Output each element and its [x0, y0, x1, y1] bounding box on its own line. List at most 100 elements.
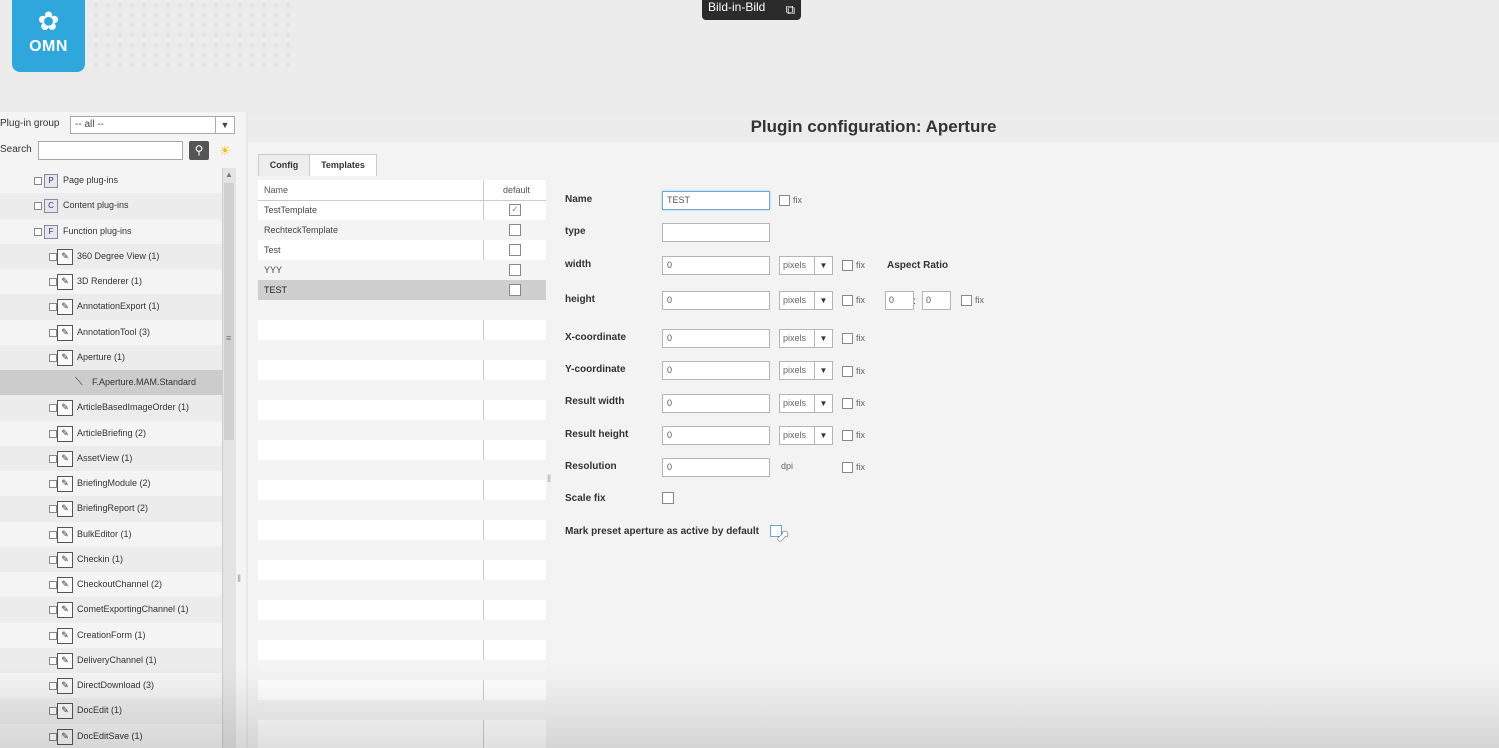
type-input[interactable]: [662, 223, 770, 242]
plugin-group-select[interactable]: -- all -- ▼: [70, 116, 235, 134]
tree-item[interactable]: ✎ DeliveryChannel (1): [0, 647, 222, 673]
height-input[interactable]: 0: [662, 291, 770, 310]
expand-toggle-icon[interactable]: [49, 353, 57, 362]
chevron-down-icon[interactable]: ▼: [215, 117, 234, 133]
expand-toggle-icon[interactable]: [49, 429, 57, 438]
default-checkbox[interactable]: [509, 284, 521, 296]
result-height-input[interactable]: 0: [662, 426, 770, 445]
column-header-name[interactable]: Name: [264, 185, 288, 195]
x-fix-checkbox[interactable]: [842, 333, 853, 344]
scale-fix-checkbox[interactable]: [662, 492, 674, 504]
height-unit-select[interactable]: pixels ▼: [779, 291, 833, 310]
tree-item[interactable]: P Page plug-ins: [0, 168, 222, 193]
tree-item[interactable]: ✎ DirectDownload (3): [0, 673, 222, 698]
tree-item[interactable]: ✎ 360 Degree View (1): [0, 243, 222, 269]
x-unit-select[interactable]: pixels ▼: [779, 329, 833, 348]
name-input[interactable]: TEST: [662, 191, 770, 210]
tree-item[interactable]: ⟍ F.Aperture.MAM.Standard: [0, 370, 222, 396]
table-row[interactable]: YYY: [258, 260, 546, 280]
aspect-ratio-height-input[interactable]: 0: [922, 291, 951, 310]
expand-toggle-icon[interactable]: [49, 581, 57, 589]
tree-item[interactable]: ✎ DocEditSave (1): [0, 724, 222, 748]
expand-toggle-icon[interactable]: [34, 177, 42, 185]
expand-toggle-icon[interactable]: [49, 454, 57, 463]
width-input[interactable]: 0: [662, 256, 770, 275]
expand-toggle-icon[interactable]: [49, 606, 57, 615]
tree-item[interactable]: F Function plug-ins: [0, 219, 222, 244]
y-fix-checkbox[interactable]: [842, 366, 853, 377]
table-row[interactable]: TestTemplate ✓: [258, 200, 546, 220]
expand-toggle-icon[interactable]: [34, 227, 42, 236]
expand-toggle-icon[interactable]: [49, 707, 57, 716]
width-unit-select[interactable]: pixels ▼: [779, 256, 833, 275]
result-width-unit-select[interactable]: pixels ▼: [779, 394, 833, 413]
result-height-fix-checkbox[interactable]: [842, 430, 853, 441]
scroll-up-icon[interactable]: ▲: [225, 170, 233, 179]
template-name: RechteckTemplate: [264, 225, 339, 235]
table-row[interactable]: RechteckTemplate: [258, 220, 546, 240]
tab-config[interactable]: Config: [258, 154, 310, 176]
tree-item[interactable]: ✎ Checkin (1): [0, 546, 222, 572]
sidebar-splitter[interactable]: ‖: [237, 574, 241, 585]
tree-item[interactable]: ✎ DocEdit (1): [0, 698, 222, 724]
tree-item[interactable]: ✎ ArticleBasedImageOrder (1): [0, 395, 222, 421]
default-checkbox[interactable]: [509, 224, 521, 236]
expand-toggle-icon[interactable]: [49, 555, 57, 564]
expand-toggle-icon[interactable]: [49, 278, 57, 286]
tab-templates[interactable]: Templates: [309, 154, 377, 176]
expand-toggle-icon[interactable]: [49, 303, 57, 312]
omn-logo[interactable]: ✿ OMN: [12, 0, 85, 72]
resolution-fix-checkbox[interactable]: [842, 462, 853, 473]
tree-item[interactable]: ✎ CheckoutChannel (2): [0, 572, 222, 597]
scrollbar-thumb[interactable]: [224, 183, 234, 440]
expand-toggle-icon[interactable]: [49, 252, 57, 261]
y-unit-select[interactable]: pixels ▼: [779, 361, 833, 380]
aspect-ratio-fix-checkbox[interactable]: [961, 295, 972, 306]
result-height-unit-select[interactable]: pixels ▼: [779, 426, 833, 445]
name-fix-checkbox[interactable]: [779, 195, 790, 206]
width-fix-checkbox[interactable]: [842, 260, 853, 271]
tree-item[interactable]: ✎ 3D Renderer (1): [0, 269, 222, 294]
tree-item[interactable]: ✎ AnnotationExport (1): [0, 294, 222, 320]
expand-toggle-icon[interactable]: [34, 202, 42, 211]
tree-item[interactable]: C Content plug-ins: [0, 193, 222, 219]
tree-item[interactable]: ✎ ArticleBriefing (2): [0, 421, 222, 446]
tree-item[interactable]: ✎ BulkEditor (1): [0, 522, 222, 547]
default-checkbox[interactable]: [509, 244, 521, 256]
expand-toggle-icon[interactable]: [49, 505, 57, 514]
expand-toggle-icon[interactable]: [49, 631, 57, 640]
height-fix-checkbox[interactable]: [842, 295, 853, 306]
search-button[interactable]: ⚲: [189, 141, 209, 160]
tree-item[interactable]: ✎ AssetView (1): [0, 445, 222, 471]
search-input[interactable]: [38, 141, 183, 160]
table-row[interactable]: Test: [258, 240, 546, 260]
x-coordinate-input[interactable]: 0: [662, 329, 770, 348]
expand-toggle-icon[interactable]: [49, 656, 57, 665]
table-row[interactable]: TEST: [258, 280, 546, 300]
column-header-default[interactable]: default: [503, 185, 530, 195]
tree-item[interactable]: ✎ Aperture (1): [0, 344, 222, 370]
default-checkbox[interactable]: [509, 264, 521, 276]
result-width-fix-checkbox[interactable]: [842, 398, 853, 409]
grid-header: Name default: [258, 180, 546, 201]
resolution-input[interactable]: 0: [662, 458, 770, 477]
y-coordinate-input[interactable]: 0: [662, 361, 770, 380]
expand-toggle-icon[interactable]: [49, 530, 57, 539]
expand-toggle-icon[interactable]: [49, 682, 57, 690]
sidebar-scrollbar[interactable]: ▲ ≡: [222, 168, 236, 748]
expand-toggle-icon[interactable]: [49, 480, 57, 488]
expand-toggle-icon[interactable]: [49, 404, 57, 413]
tree-item[interactable]: ✎ AnnotationTool (3): [0, 320, 222, 345]
lightbulb-icon[interactable]: ☀: [215, 141, 235, 160]
tree-item[interactable]: ✎ CreationForm (1): [0, 623, 222, 648]
aspect-ratio-width-input[interactable]: 0: [885, 291, 914, 310]
default-checkbox[interactable]: ✓: [509, 204, 521, 216]
tree-item[interactable]: ✎ BriefingModule (2): [0, 471, 222, 496]
result-width-input[interactable]: 0: [662, 394, 770, 413]
tree-item[interactable]: ✎ BriefingReport (2): [0, 496, 222, 522]
picture-in-picture-button[interactable]: Bild-in-Bild ⧉: [702, 0, 801, 20]
expand-toggle-icon[interactable]: [49, 732, 57, 741]
tree-item[interactable]: ✎ CometExportingChannel (1): [0, 597, 222, 623]
expand-toggle-icon[interactable]: [49, 328, 57, 337]
empty-row: [258, 560, 546, 580]
